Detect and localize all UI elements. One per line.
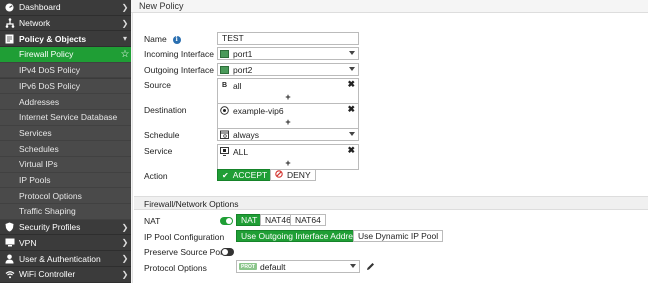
ip-pool-label: IP Pool Configuration (144, 232, 225, 242)
preserve-source-port-toggle[interactable] (221, 248, 234, 256)
network-icon (4, 18, 15, 29)
nav-ipv4-dos-policy[interactable]: IPv4 DoS Policy (0, 62, 131, 79)
remove-icon[interactable]: ✖ (347, 79, 355, 90)
sidebar: Dashboard ❯ Network ❯ Policy & Objects ▾… (0, 0, 131, 283)
action-label: Action (144, 171, 168, 181)
firewall-network-options-header: Firewall/Network Options (134, 196, 648, 210)
incoming-interface-label: Incoming Interface (144, 49, 214, 59)
remove-icon[interactable]: ✖ (347, 104, 355, 115)
use-outgoing-interface-button[interactable]: Use Outgoing Interface Address (236, 230, 367, 242)
check-icon: ✔ (222, 170, 229, 180)
use-dynamic-ip-pool-button[interactable]: Use Dynamic IP Pool (353, 230, 444, 242)
service-entry: ALL ✖ (218, 145, 358, 158)
chevron-right-icon: ❯ (121, 254, 129, 264)
star-icon[interactable]: ☆ (119, 49, 131, 60)
port-icon (220, 49, 229, 58)
chevron-right-icon: ❯ (121, 222, 129, 232)
incoming-interface-select[interactable]: port1 (217, 47, 359, 60)
nav-traffic-shaping[interactable]: Traffic Shaping (0, 204, 131, 220)
schedule-select[interactable]: always (217, 128, 359, 141)
protocol-options-label: Protocol Options (144, 263, 207, 273)
add-destination-button[interactable]: + (218, 117, 358, 128)
edit-pencil-icon[interactable] (366, 262, 375, 273)
nav-addresses[interactable]: Addresses (0, 94, 131, 110)
outgoing-interface-label: Outgoing Interface (144, 65, 214, 75)
nav-user-authentication[interactable]: User & Authentication ❯ (0, 251, 131, 267)
deny-button[interactable]: DENY (270, 169, 316, 181)
service-field: ALL ✖ + (217, 144, 359, 170)
nav-virtual-ips[interactable]: Virtual IPs (0, 157, 131, 173)
chevron-right-icon: ❯ (121, 2, 129, 12)
nav-ip-pools[interactable]: IP Pools (0, 172, 131, 189)
nat-option-nat64[interactable]: NAT64 (290, 214, 326, 226)
chevron-down-icon (349, 51, 355, 55)
title-bar: New Policy (131, 0, 648, 13)
service-icon (220, 147, 229, 156)
nav-firewall-policy[interactable]: Firewall Policy ☆ (0, 47, 131, 63)
address-icon: B (221, 82, 228, 89)
schedule-label: Schedule (144, 130, 180, 140)
chevron-down-icon (349, 67, 355, 71)
remove-icon[interactable]: ✖ (347, 145, 355, 156)
accept-button[interactable]: ✔ ACCEPT (217, 169, 273, 181)
chevron-down-icon (350, 264, 356, 268)
preserve-source-port-label: Preserve Source Port (144, 247, 226, 257)
port-icon (220, 65, 229, 74)
nav-security-profiles[interactable]: Security Profiles ❯ (0, 219, 131, 236)
nat-toggle[interactable] (220, 217, 233, 225)
policy-form: Name i TEST Incoming Interface port1 Outg… (132, 13, 648, 283)
chevron-right-icon: ❯ (121, 238, 129, 248)
outgoing-interface-select[interactable]: port2 (217, 63, 359, 76)
nav-ipv6-dos-policy[interactable]: IPv6 DoS Policy (0, 78, 131, 95)
deny-icon (275, 170, 283, 180)
source-entry: B all ✖ (221, 79, 355, 91)
destination-label: Destination (144, 105, 187, 115)
chevron-down-icon (349, 132, 355, 136)
info-icon[interactable]: i (172, 35, 181, 44)
source-label: Source (144, 80, 171, 90)
shield-icon (4, 222, 15, 233)
protocol-options-select[interactable]: PROT default (236, 260, 360, 273)
nav-wifi-controller[interactable]: WiFi Controller ❯ (0, 266, 131, 283)
service-label: Service (144, 146, 173, 156)
name-label: Name i (144, 34, 181, 44)
nav-internet-service-database[interactable]: Internet Service Database (0, 109, 131, 126)
nav-dashboard[interactable]: Dashboard ❯ (0, 0, 131, 16)
chevron-right-icon: ❯ (121, 269, 129, 279)
nav-policy-objects[interactable]: Policy & Objects ▾ (0, 31, 131, 48)
nav-network[interactable]: Network ❯ (0, 15, 131, 32)
policy-icon (4, 33, 15, 44)
add-source-button[interactable]: + (218, 92, 358, 103)
destination-field: example-vip6 ✖ + (217, 103, 359, 129)
vip-icon (220, 106, 229, 115)
page-title: New Policy (139, 1, 184, 11)
chevron-down-icon: ▾ (122, 34, 127, 44)
nav-protocol-options[interactable]: Protocol Options (0, 188, 131, 205)
nav-services[interactable]: Services (0, 125, 131, 142)
add-service-button[interactable]: + (218, 158, 358, 169)
name-input[interactable]: TEST (217, 32, 359, 45)
main-content: New Policy Name i TEST Incoming Interface… (131, 0, 648, 283)
source-field: B all ✖ + (217, 78, 359, 104)
vpn-monitor-icon (4, 237, 15, 248)
chevron-right-icon: ❯ (121, 18, 129, 28)
calendar-icon (220, 130, 229, 139)
wifi-icon (4, 269, 15, 280)
destination-entry: example-vip6 ✖ (218, 104, 358, 117)
nat-label: NAT (144, 216, 161, 226)
nav-schedules[interactable]: Schedules (0, 141, 131, 157)
nav-vpn[interactable]: VPN ❯ (0, 235, 131, 252)
user-icon (4, 253, 15, 264)
nat-option-nat[interactable]: NAT (236, 214, 263, 226)
dashboard-icon (4, 2, 15, 13)
prot-badge: PROT (239, 263, 257, 270)
